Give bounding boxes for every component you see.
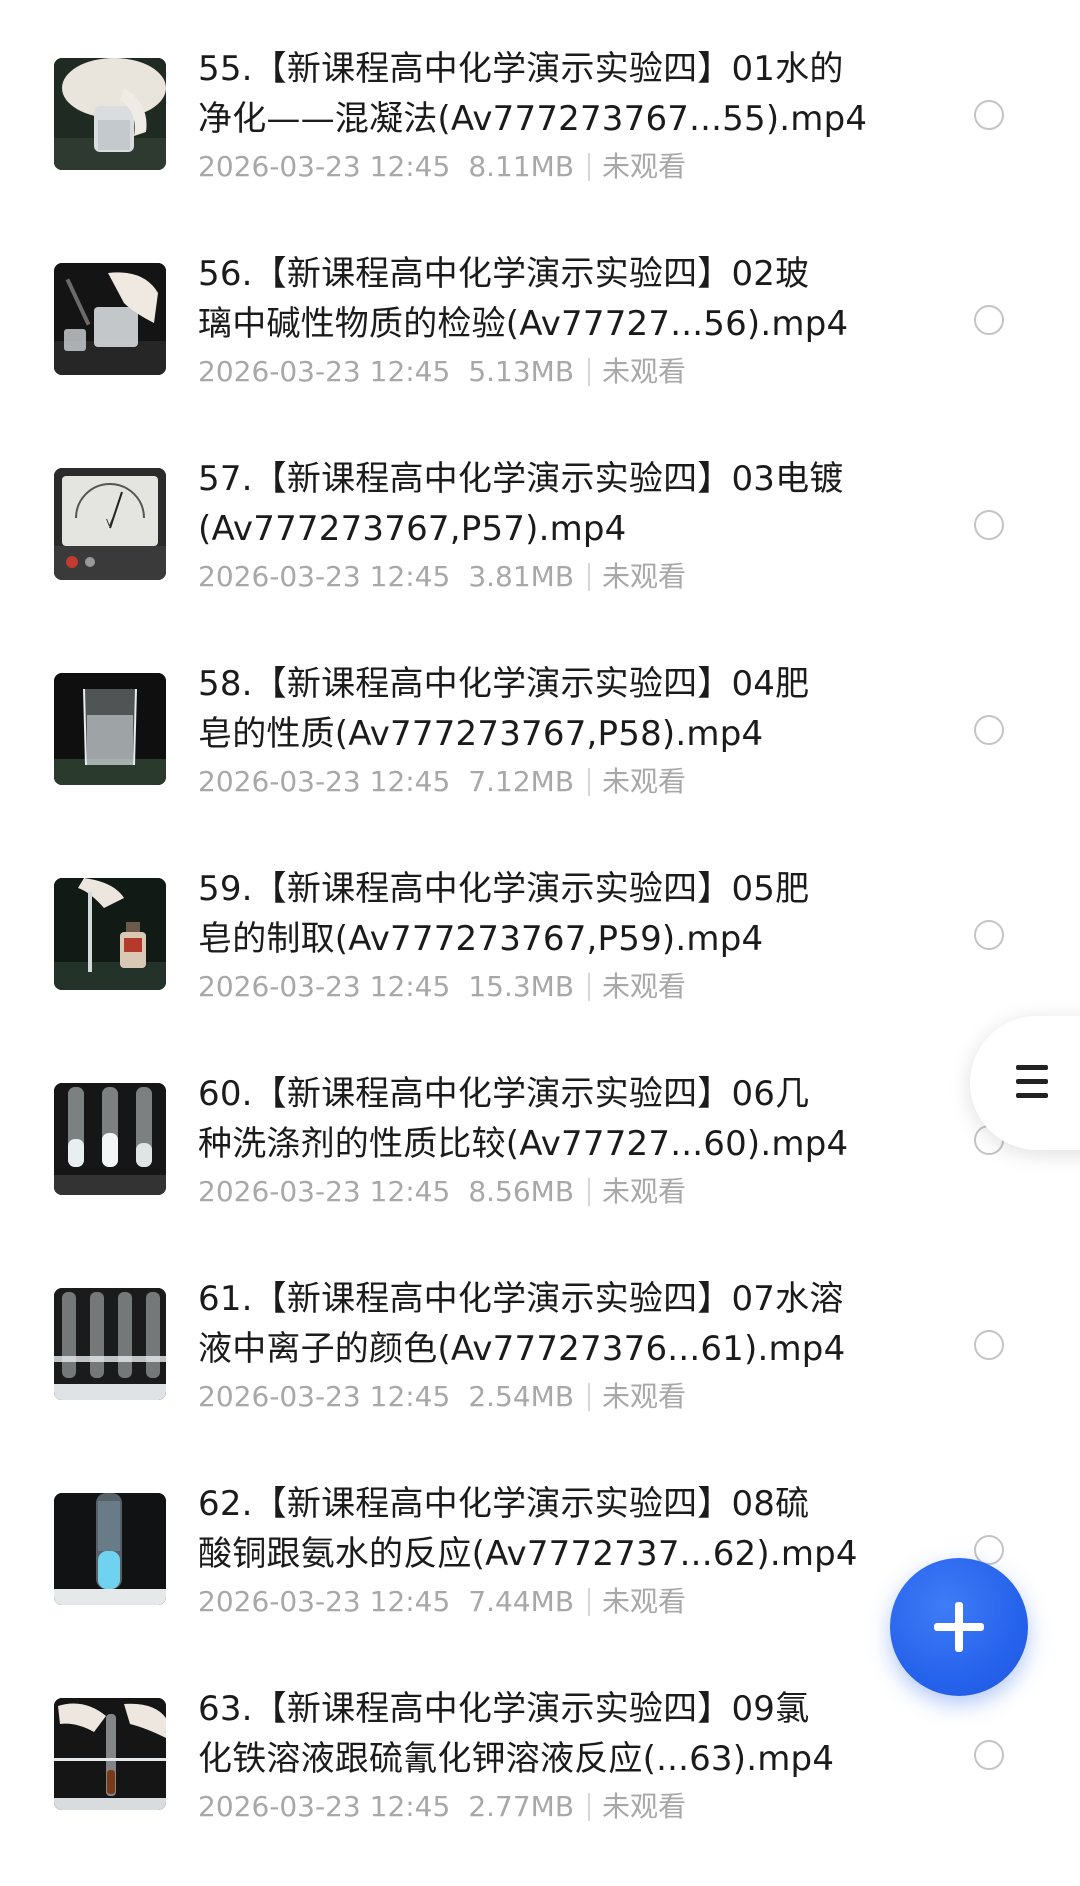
file-date: 2026-03-23 12:45: [198, 1380, 451, 1413]
test-tube-rack-thumbnail[interactable]: [54, 1288, 166, 1400]
select-radio[interactable]: [974, 305, 1004, 335]
list-item[interactable]: 56.【新课程高中化学演示实验四】02玻 璃中碱性物质的检验(Av77727..…: [0, 205, 1080, 410]
watch-status: 未观看: [602, 150, 687, 183]
divider: [588, 1383, 591, 1411]
file-size: 5.13MB: [468, 355, 575, 388]
file-title: 61.【新课程高中化学演示实验四】07水溶 液中离子的颜色(Av77727376…: [198, 1274, 898, 1374]
bottle-and-rod-thumbnail[interactable]: [54, 878, 166, 990]
watch-status: 未观看: [602, 560, 687, 593]
divider: [588, 1588, 591, 1616]
file-date: 2026-03-23 12:45: [198, 150, 451, 183]
file-meta: 2026-03-23 12:45 7.12MB 未观看: [198, 762, 686, 802]
file-title: 58.【新课程高中化学演示实验四】04肥 皂的性质(Av777273767,P5…: [198, 659, 898, 759]
select-radio[interactable]: [974, 920, 1004, 950]
file-date: 2026-03-23 12:45: [198, 970, 451, 1003]
file-title-line: 56.【新课程高中化学演示实验四】02玻: [198, 254, 810, 294]
divider: [588, 358, 591, 386]
menu-icon: [1016, 1065, 1048, 1107]
select-radio[interactable]: [974, 715, 1004, 745]
test-tubes-thumbnail[interactable]: [54, 1083, 166, 1195]
file-size: 8.56MB: [468, 1175, 575, 1208]
select-radio[interactable]: [974, 1740, 1004, 1770]
watch-status: 未观看: [602, 355, 687, 388]
beaker-thumbnail[interactable]: [54, 673, 166, 785]
divider: [588, 153, 591, 181]
file-meta: 2026-03-23 12:45 2.54MB 未观看: [198, 1377, 686, 1417]
file-meta: 2026-03-23 12:45 8.11MB 未观看: [198, 147, 686, 187]
list-item[interactable]: 60.【新课程高中化学演示实验四】06几 种洗涤剂的性质比较(Av77727..…: [0, 1025, 1080, 1230]
divider: [588, 1178, 591, 1206]
file-date: 2026-03-23 12:45: [198, 1790, 451, 1823]
select-radio[interactable]: [974, 510, 1004, 540]
divider: [588, 1793, 591, 1821]
file-meta: 2026-03-23 12:45 15.3MB 未观看: [198, 967, 686, 1007]
voltmeter-thumbnail[interactable]: V: [54, 468, 166, 580]
list-item[interactable]: 55.【新课程高中化学演示实验四】01水的 净化——混凝法(Av77727376…: [0, 0, 1080, 205]
select-radio[interactable]: [974, 100, 1004, 130]
file-size: 7.44MB: [468, 1585, 575, 1618]
svg-text:V: V: [106, 518, 113, 529]
hand-holding-bottle-thumbnail[interactable]: [54, 58, 166, 170]
list-item[interactable]: 59.【新课程高中化学演示实验四】05肥 皂的制取(Av777273767,P5…: [0, 820, 1080, 1025]
file-title-line: (Av777273767,P57).mp4: [198, 509, 627, 549]
add-button[interactable]: [890, 1558, 1028, 1696]
file-meta: 2026-03-23 12:45 3.81MB 未观看: [198, 557, 686, 597]
file-meta: 2026-03-23 12:45 2.77MB 未观看: [198, 1787, 686, 1827]
watch-status: 未观看: [602, 970, 687, 1003]
file-title-line: 59.【新课程高中化学演示实验四】05肥: [198, 869, 810, 909]
file-size: 3.81MB: [468, 560, 575, 593]
file-title-line: 化铁溶液跟硫氰化钾溶液反应(...63).mp4: [198, 1739, 835, 1779]
file-title-line: 55.【新课程高中化学演示实验四】01水的: [198, 49, 844, 89]
file-meta: 2026-03-23 12:45 8.56MB 未观看: [198, 1172, 686, 1212]
watch-status: 未观看: [602, 765, 687, 798]
file-date: 2026-03-23 12:45: [198, 560, 451, 593]
file-title: 59.【新课程高中化学演示实验四】05肥 皂的制取(Av777273767,P5…: [198, 864, 898, 964]
blue-solution-tube-thumbnail[interactable]: [54, 1493, 166, 1605]
file-size: 7.12MB: [468, 765, 575, 798]
file-title-line: 种洗涤剂的性质比较(Av77727...60).mp4: [198, 1124, 849, 1164]
divider: [588, 563, 591, 591]
file-title: 63.【新课程高中化学演示实验四】09氯 化铁溶液跟硫氰化钾溶液反应(...63…: [198, 1684, 898, 1784]
file-title-line: 液中离子的颜色(Av77727376...61).mp4: [198, 1329, 846, 1369]
file-title-line: 57.【新课程高中化学演示实验四】03电镀: [198, 459, 844, 499]
file-size: 8.11MB: [468, 150, 575, 183]
file-date: 2026-03-23 12:45: [198, 1585, 451, 1618]
file-title-line: 61.【新课程高中化学演示实验四】07水溶: [198, 1279, 844, 1319]
list-item[interactable]: V 57.【新课程高中化学演示实验四】03电镀 (Av777273767,P57…: [0, 410, 1080, 615]
watch-status: 未观看: [602, 1790, 687, 1823]
file-date: 2026-03-23 12:45: [198, 765, 451, 798]
file-title-line: 璃中碱性物质的检验(Av77727...56).mp4: [198, 304, 849, 344]
file-title-line: 酸铜跟氨水的反应(Av7772737...62).mp4: [198, 1534, 858, 1574]
file-title: 55.【新课程高中化学演示实验四】01水的 净化——混凝法(Av77727376…: [198, 44, 898, 144]
file-size: 15.3MB: [468, 970, 575, 1003]
file-title-line: 58.【新课程高中化学演示实验四】04肥: [198, 664, 810, 704]
file-title: 57.【新课程高中化学演示实验四】03电镀 (Av777273767,P57).…: [198, 454, 898, 554]
file-meta: 2026-03-23 12:45 5.13MB 未观看: [198, 352, 686, 392]
divider: [588, 973, 591, 1001]
file-title: 56.【新课程高中化学演示实验四】02玻 璃中碱性物质的检验(Av77727..…: [198, 249, 898, 349]
file-title-line: 净化——混凝法(Av777273767...55).mp4: [198, 99, 868, 139]
divider: [588, 768, 591, 796]
file-date: 2026-03-23 12:45: [198, 1175, 451, 1208]
file-title-line: 63.【新课程高中化学演示实验四】09氯: [198, 1689, 810, 1729]
hand-with-glass-thumbnail[interactable]: [54, 263, 166, 375]
file-size: 2.54MB: [468, 1380, 575, 1413]
file-meta: 2026-03-23 12:45 7.44MB 未观看: [198, 1582, 686, 1622]
file-title-line: 皂的制取(Av777273767,P59).mp4: [198, 919, 764, 959]
file-title: 60.【新课程高中化学演示实验四】06几 种洗涤剂的性质比较(Av77727..…: [198, 1069, 898, 1169]
file-title-line: 62.【新课程高中化学演示实验四】08硫: [198, 1484, 810, 1524]
file-size: 2.77MB: [468, 1790, 575, 1823]
file-date: 2026-03-23 12:45: [198, 355, 451, 388]
list-item[interactable]: 61.【新课程高中化学演示实验四】07水溶 液中离子的颜色(Av77727376…: [0, 1230, 1080, 1435]
file-title-line: 皂的性质(Av777273767,P58).mp4: [198, 714, 764, 754]
watch-status: 未观看: [602, 1585, 687, 1618]
select-radio[interactable]: [974, 1330, 1004, 1360]
watch-status: 未观看: [602, 1380, 687, 1413]
hand-with-tube-thumbnail[interactable]: [54, 1698, 166, 1810]
watch-status: 未观看: [602, 1175, 687, 1208]
list-item[interactable]: 58.【新课程高中化学演示实验四】04肥 皂的性质(Av777273767,P5…: [0, 615, 1080, 820]
file-title: 62.【新课程高中化学演示实验四】08硫 酸铜跟氨水的反应(Av7772737.…: [198, 1479, 898, 1579]
file-title-line: 60.【新课程高中化学演示实验四】06几: [198, 1074, 810, 1114]
